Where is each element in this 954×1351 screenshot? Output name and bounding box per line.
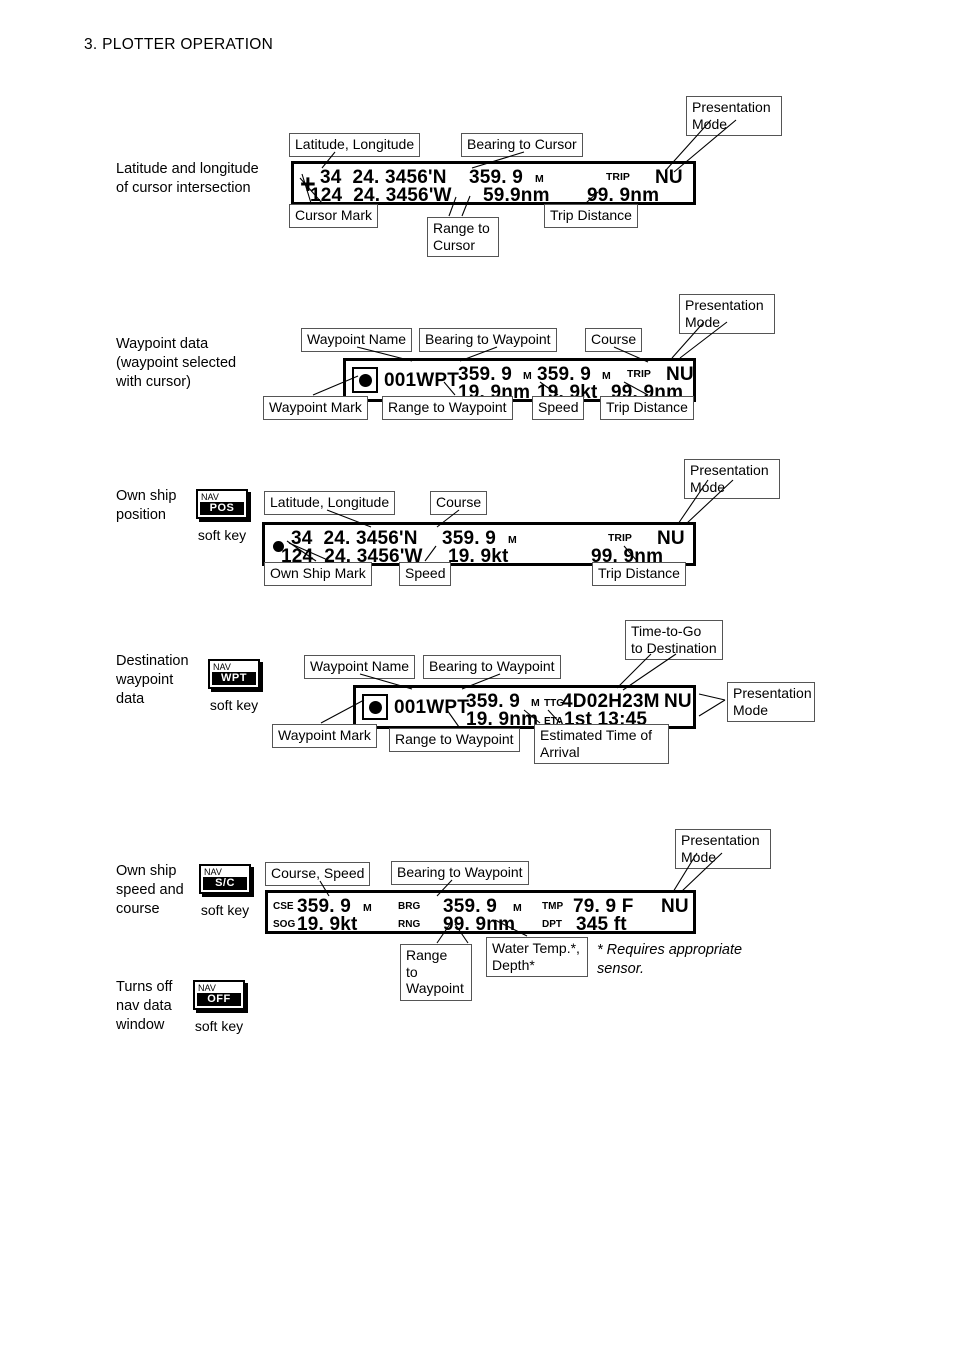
callout-presentation-mode-3: Presentation Mode xyxy=(684,459,780,499)
waypoint-mark-icon xyxy=(352,367,378,393)
sc-sog-label: SOG xyxy=(273,919,296,930)
callout-range-to-waypoint-1: Range to Waypoint xyxy=(382,396,513,420)
own-ship-trip-label: TRIP xyxy=(608,532,632,544)
sc-rng-value: 99. 9nm xyxy=(443,914,516,935)
waypoint-presentation-mode: NU xyxy=(666,364,694,385)
callout-time-to-go: Time-to-Go to Destination xyxy=(625,620,723,660)
cursor-range-value: 59.9nm xyxy=(483,185,550,206)
callout-waypoint-mark: Waypoint Mark xyxy=(263,396,368,420)
sc-rng-label: RNG xyxy=(398,919,421,930)
callout-trip-distance-3: Trip Distance xyxy=(592,562,686,586)
callout-water-temp-depth: Water Temp.*, Depth* xyxy=(486,937,588,977)
waypoint-name: 001WPT xyxy=(384,370,460,391)
callout-waypoint-mark-2: Waypoint Mark xyxy=(272,724,377,748)
softkey-nav-pos-top-label: NAV xyxy=(201,492,219,502)
sc-brg-unit: M xyxy=(513,902,522,914)
softkey-nav-wpt[interactable]: NAV WPT soft key xyxy=(208,659,260,713)
nav-window-cursor: + 34 24. 3456'N 124 24. 3456'W 359. 9 M … xyxy=(291,161,696,206)
callout-eta: Estimated Time of Arrival xyxy=(534,724,669,764)
callout-course-speed: Course, Speed xyxy=(265,862,371,886)
document-page: 3. PLOTTER OPERATION Latitude and longit… xyxy=(0,0,954,1351)
callout-lat-lon-own-ship: Latitude, Longitude xyxy=(264,491,396,515)
destination-presentation-mode: NU xyxy=(664,691,692,712)
callout-course-1: Course xyxy=(585,328,643,352)
softkey-nav-sc-bottom-label: S/C xyxy=(203,877,247,890)
nav-window-destination-waypoint: 001WPT 359. 9 M TTG 4D02H23M 19. 9nm ETA… xyxy=(353,685,696,730)
destination-ttg-label: TTG xyxy=(544,698,564,709)
softkey-nav-pos-bottom-label: POS xyxy=(200,502,244,515)
waypoint-bearing-unit: M xyxy=(523,370,532,382)
own-ship-presentation-mode: NU xyxy=(657,528,685,549)
sc-cse-label: CSE xyxy=(273,901,294,912)
callout-lat-lon-cursor: Latitude, Longitude xyxy=(289,133,421,157)
callout-bearing-to-waypoint-2: Bearing to Waypoint xyxy=(423,655,561,679)
callout-waypoint-name: Waypoint Name xyxy=(301,328,413,352)
callout-range-to-waypoint-3: Range to Waypoint xyxy=(400,944,472,1001)
callout-range-to-waypoint-2: Range to Waypoint xyxy=(389,728,520,752)
nav-window-own-ship-position: 34 24. 3456'N 124 24. 3456'W 359. 9 M 19… xyxy=(262,522,696,567)
section-description-nav-off: Turns off nav data window xyxy=(116,979,173,1033)
section-description-own-ship-speed-course: Own ship speed and course xyxy=(116,863,184,917)
sc-dpt-value: 345 ft xyxy=(576,914,627,935)
waypoint-course-unit: M xyxy=(602,370,611,382)
softkey-nav-wpt-top-label: NAV xyxy=(213,662,231,672)
destination-waypoint-name: 001WPT xyxy=(394,697,470,718)
softkey-nav-wpt-bottom-label: WPT xyxy=(212,672,256,685)
destination-bearing-unit: M xyxy=(531,697,540,709)
softkey-nav-pos[interactable]: NAV POS soft key xyxy=(196,489,248,543)
cursor-presentation-mode: NU xyxy=(655,167,683,188)
own-ship-speed-value: 19. 9kt xyxy=(448,546,509,567)
callout-own-ship-mark: Own Ship Mark xyxy=(264,562,372,586)
callout-trip-distance-2: Trip Distance xyxy=(600,396,694,420)
section-description-destination-waypoint: Destination waypoint data xyxy=(116,653,189,707)
callout-presentation-mode-5: Presentation Mode xyxy=(675,829,771,869)
section-description-own-ship-position: Own ship position xyxy=(116,488,177,523)
callout-presentation-mode-2: Presentation Mode xyxy=(679,294,775,334)
cursor-bearing-unit: M xyxy=(535,173,544,185)
callout-speed-1: Speed xyxy=(532,396,585,420)
softkey-nav-sc-caption: soft key xyxy=(200,902,250,918)
sc-cse-unit: M xyxy=(363,902,372,914)
callout-trip-distance-1: Trip Distance xyxy=(544,204,638,228)
softkey-nav-sc-top-label: NAV xyxy=(204,867,222,877)
sc-brg-label: BRG xyxy=(398,901,421,912)
own-ship-course-unit: M xyxy=(508,534,517,546)
callout-waypoint-name-2: Waypoint Name xyxy=(304,655,416,679)
softkey-nav-off[interactable]: NAV OFF soft key xyxy=(193,980,245,1034)
sc-presentation-mode: NU xyxy=(661,896,689,917)
waypoint-trip-label: TRIP xyxy=(627,368,651,380)
softkey-nav-off-caption: soft key xyxy=(194,1018,244,1034)
callout-course-2: Course xyxy=(430,491,488,515)
softkey-nav-pos-caption: soft key xyxy=(197,527,247,543)
callout-presentation-mode-4: Presentation Mode xyxy=(727,682,815,722)
destination-waypoint-mark-icon xyxy=(362,694,388,720)
cursor-trip-label: TRIP xyxy=(606,171,630,183)
softkey-nav-off-top-label: NAV xyxy=(198,983,216,993)
section-description-cursor: Latitude and longitude of cursor interse… xyxy=(116,161,259,196)
callout-speed-2: Speed xyxy=(399,562,452,586)
sc-dpt-label: DPT xyxy=(542,919,562,930)
section-description-waypoint-data: Waypoint data (waypoint selected with cu… xyxy=(116,336,237,390)
callout-bearing-to-cursor: Bearing to Cursor xyxy=(461,133,583,157)
callout-cursor-mark: Cursor Mark xyxy=(289,204,379,228)
sc-sog-value: 19. 9kt xyxy=(297,914,358,935)
sc-tmp-label: TMP xyxy=(542,901,564,912)
softkey-nav-sc[interactable]: NAV S/C soft key xyxy=(199,864,251,918)
softkey-nav-wpt-caption: soft key xyxy=(209,697,259,713)
callout-range-to-cursor: Range to Cursor xyxy=(427,217,499,257)
softkey-nav-off-bottom-label: OFF xyxy=(197,993,241,1006)
callout-bearing-to-waypoint-1: Bearing to Waypoint xyxy=(419,328,557,352)
callout-presentation-mode-1: Presentation Mode xyxy=(686,96,782,136)
nav-window-own-ship-speed-course: CSE 359. 9 M SOG 19. 9kt BRG 359. 9 M RN… xyxy=(265,890,696,935)
footnote-sensor-note: * Requires appropriate sensor. xyxy=(597,942,743,977)
page-title: 3. PLOTTER OPERATION xyxy=(84,36,274,53)
callout-bearing-to-waypoint-3: Bearing to Waypoint xyxy=(391,861,529,885)
